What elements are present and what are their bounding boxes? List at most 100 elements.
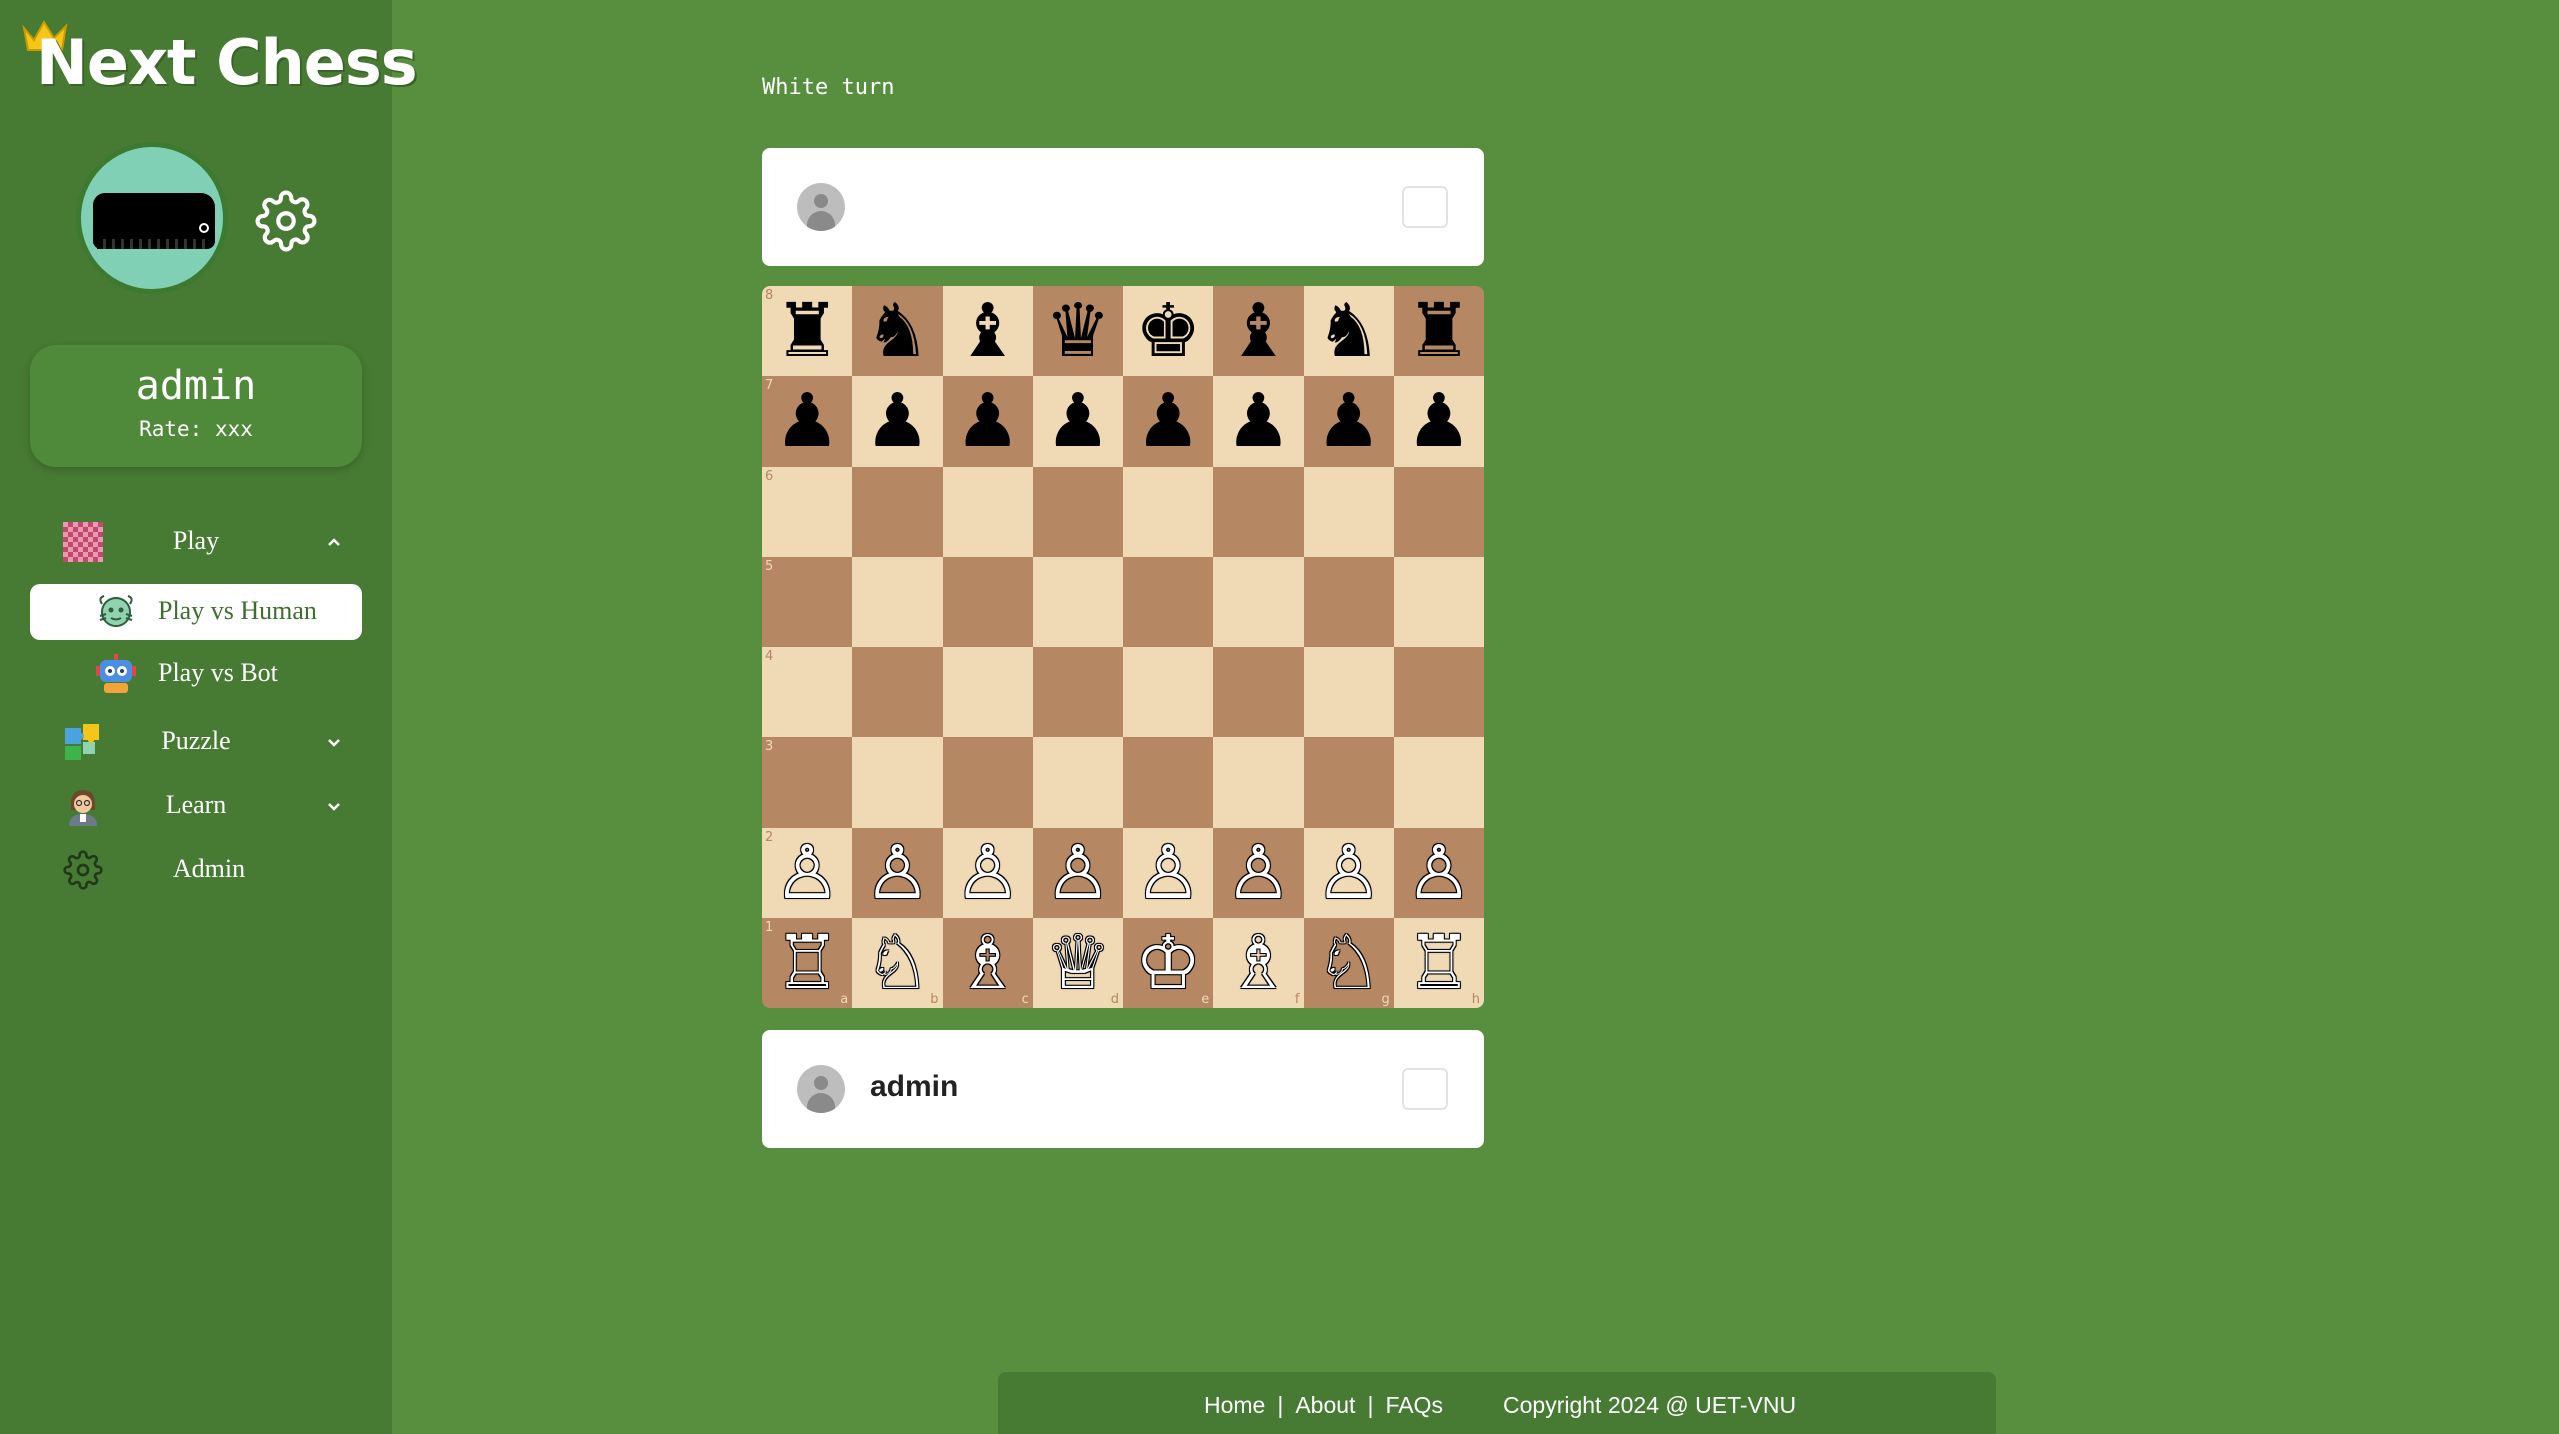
chess-piece[interactable]: ♖ <box>1406 926 1472 1000</box>
board-square-b1[interactable]: b ♘ <box>852 917 943 1008</box>
chess-board[interactable]: 8 ♜ ♞ ♝ ♛ ♚ ♝ ♞ ♜ 7 ♟ ♟ ♟ ♟ ♟ ♟ ♟ ♟ 6 5 4 3 2 ♙ ♙ ♙ ♙ ♙ ♙ ♙ ♙ 1 a ♖ b ♘ c ♗ d ♕… <box>762 286 1484 1008</box>
board-square-a1[interactable]: 1 a ♖ <box>762 917 853 1008</box>
board-square-b3[interactable] <box>852 737 943 828</box>
board-square-e1[interactable]: e ♔ <box>1123 917 1214 1008</box>
board-square-h5[interactable] <box>1393 556 1484 647</box>
nav-admin[interactable]: Admin <box>30 842 362 898</box>
chess-piece[interactable]: ♟ <box>1225 384 1291 458</box>
chess-piece[interactable]: ♟ <box>1315 384 1381 458</box>
board-square-d2[interactable]: ♙ <box>1032 827 1123 918</box>
board-square-b8[interactable]: ♞ <box>852 286 943 377</box>
board-square-a5[interactable]: 5 <box>762 556 853 647</box>
chess-piece[interactable]: ♟ <box>864 384 930 458</box>
board-square-b6[interactable] <box>852 466 943 557</box>
board-square-b2[interactable]: ♙ <box>852 827 943 918</box>
board-square-b7[interactable]: ♟ <box>852 376 943 467</box>
board-square-f3[interactable] <box>1213 737 1304 828</box>
chess-piece[interactable]: ♛ <box>1045 294 1111 368</box>
user-avatar[interactable] <box>76 142 228 294</box>
board-square-g4[interactable] <box>1303 647 1394 738</box>
chess-piece[interactable]: ♟ <box>1045 384 1111 458</box>
app-logo[interactable]: Next Chess <box>22 18 418 99</box>
chess-piece[interactable]: ♟ <box>954 384 1020 458</box>
nav-play-vs-bot[interactable]: Play vs Bot <box>30 646 362 702</box>
board-square-e6[interactable] <box>1123 466 1214 557</box>
nav-puzzle[interactable]: Puzzle <box>30 714 362 770</box>
chess-piece[interactable]: ♟ <box>1135 384 1201 458</box>
board-square-c1[interactable]: c ♗ <box>942 917 1033 1008</box>
board-square-f1[interactable]: f ♗ <box>1213 917 1304 1008</box>
board-square-g1[interactable]: g ♘ <box>1303 917 1394 1008</box>
board-square-h8[interactable]: ♜ <box>1393 286 1484 377</box>
board-square-f8[interactable]: ♝ <box>1213 286 1304 377</box>
board-square-f6[interactable] <box>1213 466 1304 557</box>
chess-piece[interactable]: ♟ <box>774 384 840 458</box>
chess-piece[interactable]: ♚ <box>1135 294 1201 368</box>
board-square-g5[interactable] <box>1303 556 1394 647</box>
board-square-d8[interactable]: ♛ <box>1032 286 1123 377</box>
chess-piece[interactable]: ♗ <box>954 926 1020 1000</box>
board-square-a6[interactable]: 6 <box>762 466 853 557</box>
nav-learn[interactable]: Learn <box>30 778 362 834</box>
board-square-a4[interactable]: 4 <box>762 647 853 738</box>
chess-piece[interactable]: ♗ <box>1225 926 1291 1000</box>
board-square-g3[interactable] <box>1303 737 1394 828</box>
board-square-g6[interactable] <box>1303 466 1394 557</box>
board-square-c8[interactable]: ♝ <box>942 286 1033 377</box>
board-square-g2[interactable]: ♙ <box>1303 827 1394 918</box>
footer-about-link[interactable]: About <box>1295 1392 1355 1418</box>
board-square-f4[interactable] <box>1213 647 1304 738</box>
board-square-a2[interactable]: 2 ♙ <box>762 827 853 918</box>
board-square-f2[interactable]: ♙ <box>1213 827 1304 918</box>
board-square-h1[interactable]: h ♖ <box>1393 917 1484 1008</box>
board-square-c7[interactable]: ♟ <box>942 376 1033 467</box>
board-square-f7[interactable]: ♟ <box>1213 376 1304 467</box>
board-square-g7[interactable]: ♟ <box>1303 376 1394 467</box>
nav-play[interactable]: Play <box>30 514 362 570</box>
chess-piece[interactable]: ♞ <box>1315 294 1381 368</box>
board-square-d4[interactable] <box>1032 647 1123 738</box>
board-square-d5[interactable] <box>1032 556 1123 647</box>
settings-gear-icon[interactable] <box>255 190 317 252</box>
board-square-f5[interactable] <box>1213 556 1304 647</box>
chess-piece[interactable]: ♙ <box>1406 836 1472 910</box>
board-square-h6[interactable] <box>1393 466 1484 557</box>
board-square-h4[interactable] <box>1393 647 1484 738</box>
chess-piece[interactable]: ♔ <box>1135 926 1201 1000</box>
board-square-d7[interactable]: ♟ <box>1032 376 1123 467</box>
footer-home-link[interactable]: Home <box>1204 1392 1265 1418</box>
board-square-h3[interactable] <box>1393 737 1484 828</box>
chess-piece[interactable]: ♜ <box>774 294 840 368</box>
nav-play-vs-human[interactable]: Play vs Human <box>30 584 362 640</box>
chess-piece[interactable]: ♙ <box>1135 836 1201 910</box>
chess-piece[interactable]: ♙ <box>864 836 930 910</box>
board-square-h7[interactable]: ♟ <box>1393 376 1484 467</box>
board-square-a8[interactable]: 8 ♜ <box>762 286 853 377</box>
board-square-c6[interactable] <box>942 466 1033 557</box>
board-square-e8[interactable]: ♚ <box>1123 286 1214 377</box>
board-square-b5[interactable] <box>852 556 943 647</box>
board-square-h2[interactable]: ♙ <box>1393 827 1484 918</box>
board-square-d6[interactable] <box>1032 466 1123 557</box>
board-square-c4[interactable] <box>942 647 1033 738</box>
board-square-e5[interactable] <box>1123 556 1214 647</box>
board-square-d1[interactable]: d ♕ <box>1032 917 1123 1008</box>
chess-piece[interactable]: ♘ <box>864 926 930 1000</box>
board-square-e7[interactable]: ♟ <box>1123 376 1214 467</box>
board-square-c3[interactable] <box>942 737 1033 828</box>
board-square-g8[interactable]: ♞ <box>1303 286 1394 377</box>
board-square-c2[interactable]: ♙ <box>942 827 1033 918</box>
chess-piece[interactable]: ♞ <box>864 294 930 368</box>
chess-piece[interactable]: ♘ <box>1315 926 1381 1000</box>
board-square-e2[interactable]: ♙ <box>1123 827 1214 918</box>
board-square-a3[interactable]: 3 <box>762 737 853 828</box>
chess-piece[interactable]: ♙ <box>1045 836 1111 910</box>
chess-piece[interactable]: ♖ <box>774 926 840 1000</box>
chess-piece[interactable]: ♝ <box>1225 294 1291 368</box>
footer-faqs-link[interactable]: FAQs <box>1385 1392 1443 1418</box>
chess-piece[interactable]: ♙ <box>1225 836 1291 910</box>
chess-piece[interactable]: ♟ <box>1406 384 1472 458</box>
board-square-d3[interactable] <box>1032 737 1123 828</box>
board-square-a7[interactable]: 7 ♟ <box>762 376 853 467</box>
board-square-b4[interactable] <box>852 647 943 738</box>
